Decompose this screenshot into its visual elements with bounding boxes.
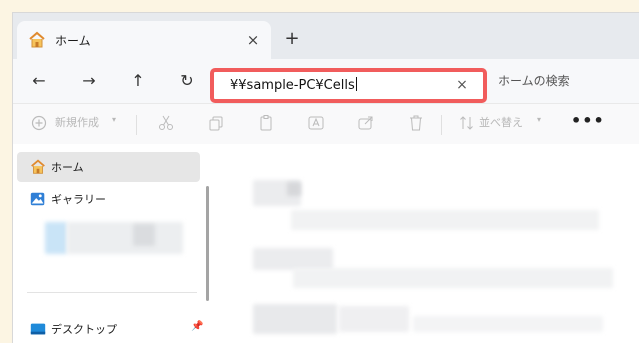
sort-dropdown-chevron-icon: ▾ <box>537 115 542 124</box>
scrollbar[interactable] <box>206 186 209 301</box>
forward-button[interactable]: → <box>77 69 101 93</box>
share-icon[interactable] <box>356 113 376 133</box>
search-input[interactable]: ホームの検索 <box>498 72 570 89</box>
up-button[interactable]: ↑ <box>126 69 150 93</box>
sidebar-item-label: ホーム <box>51 161 84 174</box>
tab-close-button[interactable]: × <box>243 30 263 50</box>
sidebar-item-label: デスクトップ <box>51 323 117 336</box>
home-icon <box>31 159 45 174</box>
tab-title: ホーム <box>55 34 91 48</box>
refresh-button[interactable]: ↻ <box>175 69 199 93</box>
blurred-file-name <box>291 210 599 230</box>
toolbar-divider <box>136 115 137 135</box>
blurred-item-icon <box>45 222 67 254</box>
rename-icon[interactable] <box>306 113 326 133</box>
cut-icon[interactable] <box>156 113 176 133</box>
blurred-file-name <box>293 268 613 288</box>
blurred-file-thumbnail <box>287 182 301 196</box>
sidebar-item-gallery[interactable]: ギャラリー <box>17 184 200 214</box>
delete-icon[interactable] <box>406 113 426 133</box>
paste-icon[interactable] <box>256 113 276 133</box>
new-icon <box>31 115 47 131</box>
blurred-file-name <box>413 316 603 332</box>
sidebar-item-home[interactable]: ホーム <box>17 152 200 182</box>
desktop-icon <box>30 323 46 335</box>
new-dropdown-chevron-icon: ▾ <box>112 115 117 124</box>
toolbar-divider <box>441 115 442 135</box>
tab-bar: ホーム × + <box>13 13 639 59</box>
address-value: ¥¥sample-PC¥Cells <box>230 78 355 93</box>
command-bar: 新規作成 ▾ 並べ替え ▾ ••• <box>13 103 639 145</box>
address-input[interactable]: ¥¥sample-PC¥Cells <box>230 77 357 93</box>
more-options-button[interactable]: ••• <box>571 111 605 130</box>
blurred-item-label <box>67 222 183 254</box>
gallery-icon <box>30 192 45 206</box>
blurred-file-name <box>339 306 409 332</box>
navigation-pane: ホーム ギャラリー デスクトップ 📌 <box>13 144 213 343</box>
sidebar-item-desktop[interactable]: デスクトップ 📌 <box>17 314 203 343</box>
file-explorer-window: ホーム × + ← → ↑ ↻ ¥¥sample-PC¥Cells × ホームの… <box>12 12 639 343</box>
sidebar-item-label: ギャラリー <box>51 193 106 206</box>
sort-icon <box>460 116 473 130</box>
home-icon <box>29 31 45 48</box>
new-button[interactable]: 新規作成 <box>55 114 99 130</box>
tab-home[interactable]: ホーム × <box>17 21 271 59</box>
blurred-item-label <box>133 224 155 246</box>
blurred-file-thumbnail <box>253 304 337 334</box>
clear-address-button[interactable]: × <box>453 76 471 94</box>
copy-icon[interactable] <box>206 113 226 133</box>
navigation-bar: ← → ↑ ↻ ¥¥sample-PC¥Cells × ホームの検索 <box>13 59 639 103</box>
pin-icon[interactable]: 📌 <box>191 321 203 332</box>
text-caret <box>355 77 357 91</box>
back-button[interactable]: ← <box>27 69 51 93</box>
blurred-file-thumbnail <box>253 248 333 270</box>
sort-button[interactable]: 並べ替え <box>479 114 523 130</box>
address-bar[interactable]: ¥¥sample-PC¥Cells × <box>210 68 487 103</box>
new-tab-button[interactable]: + <box>281 28 303 50</box>
section-divider <box>27 292 197 293</box>
content-area <box>213 144 639 343</box>
